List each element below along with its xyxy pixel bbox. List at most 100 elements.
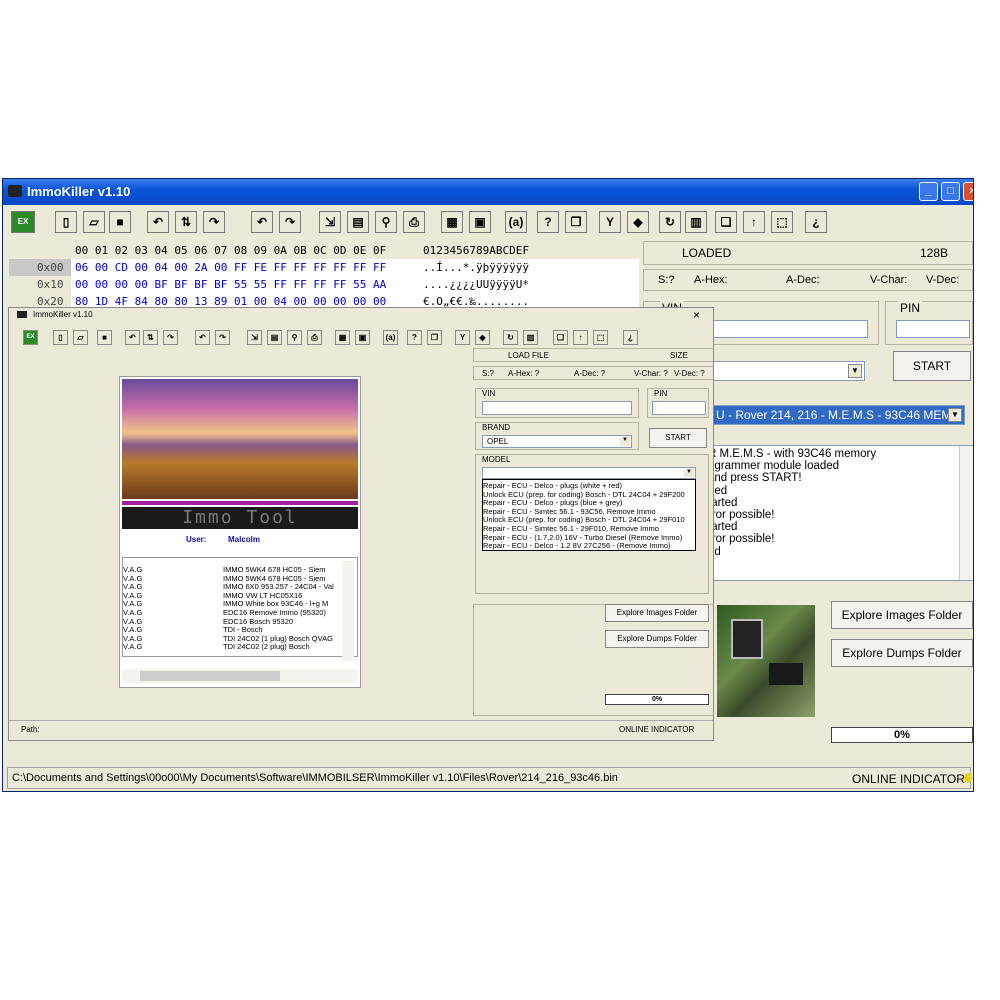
checksum-icon[interactable]: ▣ [355, 330, 370, 345]
up-icon[interactable]: ↑ [743, 211, 765, 233]
explore-dumps-button[interactable]: Explore Dumps Folder [831, 639, 973, 667]
new-file-icon[interactable]: ▯ [53, 330, 68, 345]
undo-icon[interactable]: ↶ [195, 330, 210, 345]
minimize-button[interactable]: _ [919, 182, 938, 201]
ascii-icon[interactable]: (a) [383, 330, 398, 345]
hex-ascii[interactable]: ....¿¿¿¿UUÿÿÿÿU* [423, 276, 529, 293]
start-button[interactable]: START [893, 351, 971, 381]
chevron-down-icon[interactable]: ▼ [948, 408, 962, 422]
inner-start-button[interactable]: START [649, 428, 707, 448]
export-icon[interactable]: ↷ [203, 211, 225, 233]
progress-bar: 0% [831, 727, 973, 743]
inner-explore-images-button[interactable]: Explore Images Folder [605, 604, 709, 622]
print-icon[interactable]: ⎙ [307, 330, 322, 345]
inner-explore-dumps-button[interactable]: Explore Dumps Folder [605, 630, 709, 648]
brand-label: BRAND [482, 423, 511, 432]
refresh-icon[interactable]: ↻ [503, 330, 518, 345]
chip-icon[interactable]: ◆ [627, 211, 649, 233]
save-icon[interactable]: ■ [109, 211, 131, 233]
swap-icon[interactable]: ⇅ [143, 330, 158, 345]
pin-input[interactable] [896, 320, 970, 338]
copy-icon[interactable]: ❏ [553, 330, 568, 345]
key-icon[interactable]: Y [599, 211, 621, 233]
chevron-down-icon[interactable]: ▼ [684, 469, 694, 477]
status-bar: C:\Documents and Settings\00o00\My Docum… [7, 767, 972, 789]
save-icon[interactable]: ■ [97, 330, 112, 345]
find-icon[interactable]: ⚲ [375, 211, 397, 233]
explore-images-button[interactable]: Explore Images Folder [831, 601, 973, 629]
title-bar: ImmoKiller v1.10 _ □ × [3, 179, 973, 205]
help-icon[interactable]: ? [537, 211, 559, 233]
inner-model-select[interactable]: ▼ [482, 467, 696, 479]
redo-icon[interactable]: ↷ [215, 330, 230, 345]
hex-bytes[interactable]: 06 00 CD 00 04 00 2A 00 FF FE FF FF FF F… [75, 259, 386, 276]
refresh-icon[interactable]: ↻ [659, 211, 681, 233]
log-scrollbar[interactable] [959, 446, 973, 580]
bulb-icon[interactable]: ¿ [623, 330, 638, 345]
hex-column-header: 00 01 02 03 04 05 06 07 08 09 0A 0B 0C 0… [75, 244, 387, 257]
inner-vin-input[interactable] [482, 401, 632, 415]
document-icon[interactable]: ▤ [267, 330, 282, 345]
goto-icon[interactable]: ⇲ [247, 330, 262, 345]
book-icon[interactable]: ❐ [427, 330, 442, 345]
import-icon[interactable]: ↶ [125, 330, 140, 345]
hex-ascii[interactable]: ..Í...*.ÿþÿÿÿÿÿÿ [423, 259, 529, 276]
key-icon[interactable]: Y [455, 330, 470, 345]
redo-icon[interactable]: ↷ [279, 211, 301, 233]
goto-icon[interactable]: ⇲ [319, 211, 341, 233]
exe-icon[interactable]: EX [11, 211, 35, 233]
exe-icon[interactable]: EX [23, 330, 38, 345]
help-icon[interactable]: ? [407, 330, 422, 345]
undo-icon[interactable]: ↶ [251, 211, 273, 233]
cursor-info-box: S:? A-Hex: A-Dec: V-Char: V-Dec: [643, 269, 973, 291]
list-item-maker[interactable]: V.A.G [123, 643, 142, 652]
main-toolbar: EX ▯ ▱ ■ ↶ ⇅ ↷ ↶ ↷ ⇲ ▤ ⚲ ⎙ ▦ ▣ (a)? ❐ Y ◆ ↻ ▥ ❏ ↑ ⬚ ¿ [3, 209, 973, 237]
inner-close-button[interactable]: × [693, 308, 700, 322]
copy-icon[interactable]: ❏ [715, 211, 737, 233]
loaded-label: LOADED [682, 246, 732, 260]
open-folder-icon[interactable]: ▱ [83, 211, 105, 233]
new-file-icon[interactable]: ▯ [55, 211, 77, 233]
find-icon[interactable]: ⚲ [287, 330, 302, 345]
hex-editor[interactable]: 00 01 02 03 04 05 06 07 08 09 0A 0B 0C 0… [9, 241, 639, 311]
list-item-module[interactable]: TDI 24C02 (2 plug) Bosch [223, 643, 310, 652]
list-scrollbar[interactable] [342, 561, 354, 661]
list-hscrollbar[interactable] [122, 669, 358, 683]
inner-online-indicator: ONLINE INDICATOR [619, 725, 695, 734]
app-icon [17, 311, 27, 318]
inner-brand-select[interactable]: OPEL ▼ [482, 435, 632, 448]
chip-icon[interactable]: ◆ [475, 330, 490, 345]
chevron-down-icon[interactable]: ▼ [848, 364, 862, 378]
pin-group: PIN [885, 301, 973, 345]
model-option[interactable]: Repair - ECU - Delco - 1.2 8V 27C256 - (… [483, 542, 671, 551]
chevron-down-icon[interactable]: ▼ [620, 437, 630, 446]
bulb-icon[interactable]: ¿ [805, 211, 827, 233]
model-select[interactable]: U - Rover 214, 216 - M.E.M.S - 93C46 MEM… [703, 405, 965, 425]
swap-icon[interactable]: ⇅ [175, 211, 197, 233]
open-folder-icon[interactable]: ▱ [73, 330, 88, 345]
hex-bytes[interactable]: 00 00 00 00 BF BF BF BF 55 55 FF FF FF F… [75, 276, 386, 293]
export-icon[interactable]: ↷ [163, 330, 178, 345]
checksum-icon[interactable]: ▣ [469, 211, 491, 233]
close-button[interactable]: × [963, 182, 973, 201]
up-icon[interactable]: ↑ [573, 330, 588, 345]
maximize-button[interactable]: □ [941, 182, 960, 201]
ascii-column-header: 0123456789ABCDEF [423, 244, 529, 257]
bulb-icon [964, 773, 972, 783]
ascii-icon[interactable]: (a) [505, 211, 527, 233]
select-icon[interactable]: ⬚ [593, 330, 608, 345]
import-icon[interactable]: ↶ [147, 211, 169, 233]
select-icon[interactable]: ⬚ [771, 211, 793, 233]
columns-icon[interactable]: ▥ [685, 211, 707, 233]
calculator-icon[interactable]: ▦ [335, 330, 350, 345]
document-icon[interactable]: ▤ [347, 211, 369, 233]
print-icon[interactable]: ⎙ [403, 211, 425, 233]
brand-group: BRAND OPEL ▼ [475, 422, 639, 450]
book-icon[interactable]: ❐ [565, 211, 587, 233]
inner-pin-input[interactable] [652, 401, 706, 415]
columns-icon[interactable]: ▥ [523, 330, 538, 345]
calculator-icon[interactable]: ▦ [441, 211, 463, 233]
hscroll-thumb[interactable] [140, 671, 280, 681]
brand-select[interactable]: ▼ [703, 361, 865, 381]
log-box[interactable]: R M.E.M.S - with 93C46 memory ogrammer mo… [703, 445, 973, 581]
